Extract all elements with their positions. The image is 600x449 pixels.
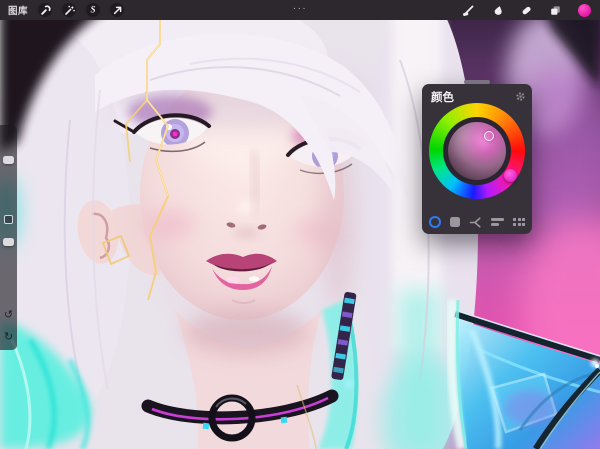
brush-opacity-slider[interactable] — [0, 230, 17, 315]
selection-s-glyph: S — [91, 5, 96, 14]
smudge-finger-icon[interactable] — [491, 4, 504, 17]
procreate-window: 图库 S — [0, 0, 600, 449]
paint-brush-icon[interactable] — [462, 4, 475, 17]
harmony-mode-button[interactable] — [469, 216, 482, 229]
transform-arrow-icon[interactable] — [110, 3, 124, 17]
brush-sidebar: ↺ ↻ — [0, 125, 17, 350]
active-color-swatch[interactable] — [578, 4, 591, 17]
disc-mode-button[interactable] — [429, 216, 441, 228]
adjustments-wand-icon[interactable] — [62, 3, 76, 17]
slider-handle[interactable] — [3, 156, 14, 164]
color-wheel[interactable] — [429, 103, 525, 199]
color-mode-bar — [422, 215, 532, 229]
palettes-mode-button[interactable] — [513, 218, 525, 225]
eraser-icon[interactable] — [520, 4, 533, 17]
value-mode-button[interactable] — [491, 218, 504, 225]
saturation-selector-knob[interactable] — [484, 131, 494, 141]
color-settings-gear-icon[interactable] — [515, 91, 526, 102]
hue-selector-knob[interactable] — [504, 169, 517, 182]
toolbar-left-group: 图库 S — [0, 3, 124, 17]
actions-wrench-icon[interactable] — [38, 3, 52, 17]
slider-handle[interactable] — [3, 238, 14, 246]
classic-mode-button[interactable] — [450, 217, 460, 227]
modify-button[interactable] — [4, 215, 13, 224]
brush-size-slider[interactable] — [0, 125, 17, 210]
color-panel: 颜色 — [422, 84, 532, 234]
panel-drag-handle[interactable] — [464, 80, 490, 84]
saturation-sphere[interactable] — [448, 122, 506, 180]
canvas-menu-dots[interactable]: ··· — [293, 0, 308, 18]
top-toolbar: 图库 S — [0, 0, 600, 20]
redo-icon[interactable]: ↻ — [0, 332, 17, 343]
gallery-button[interactable]: 图库 — [8, 3, 28, 17]
layers-icon[interactable] — [549, 4, 562, 17]
selection-s-icon[interactable]: S — [86, 3, 100, 17]
undo-icon[interactable]: ↺ — [0, 310, 17, 321]
toolbar-right-group — [462, 0, 600, 20]
